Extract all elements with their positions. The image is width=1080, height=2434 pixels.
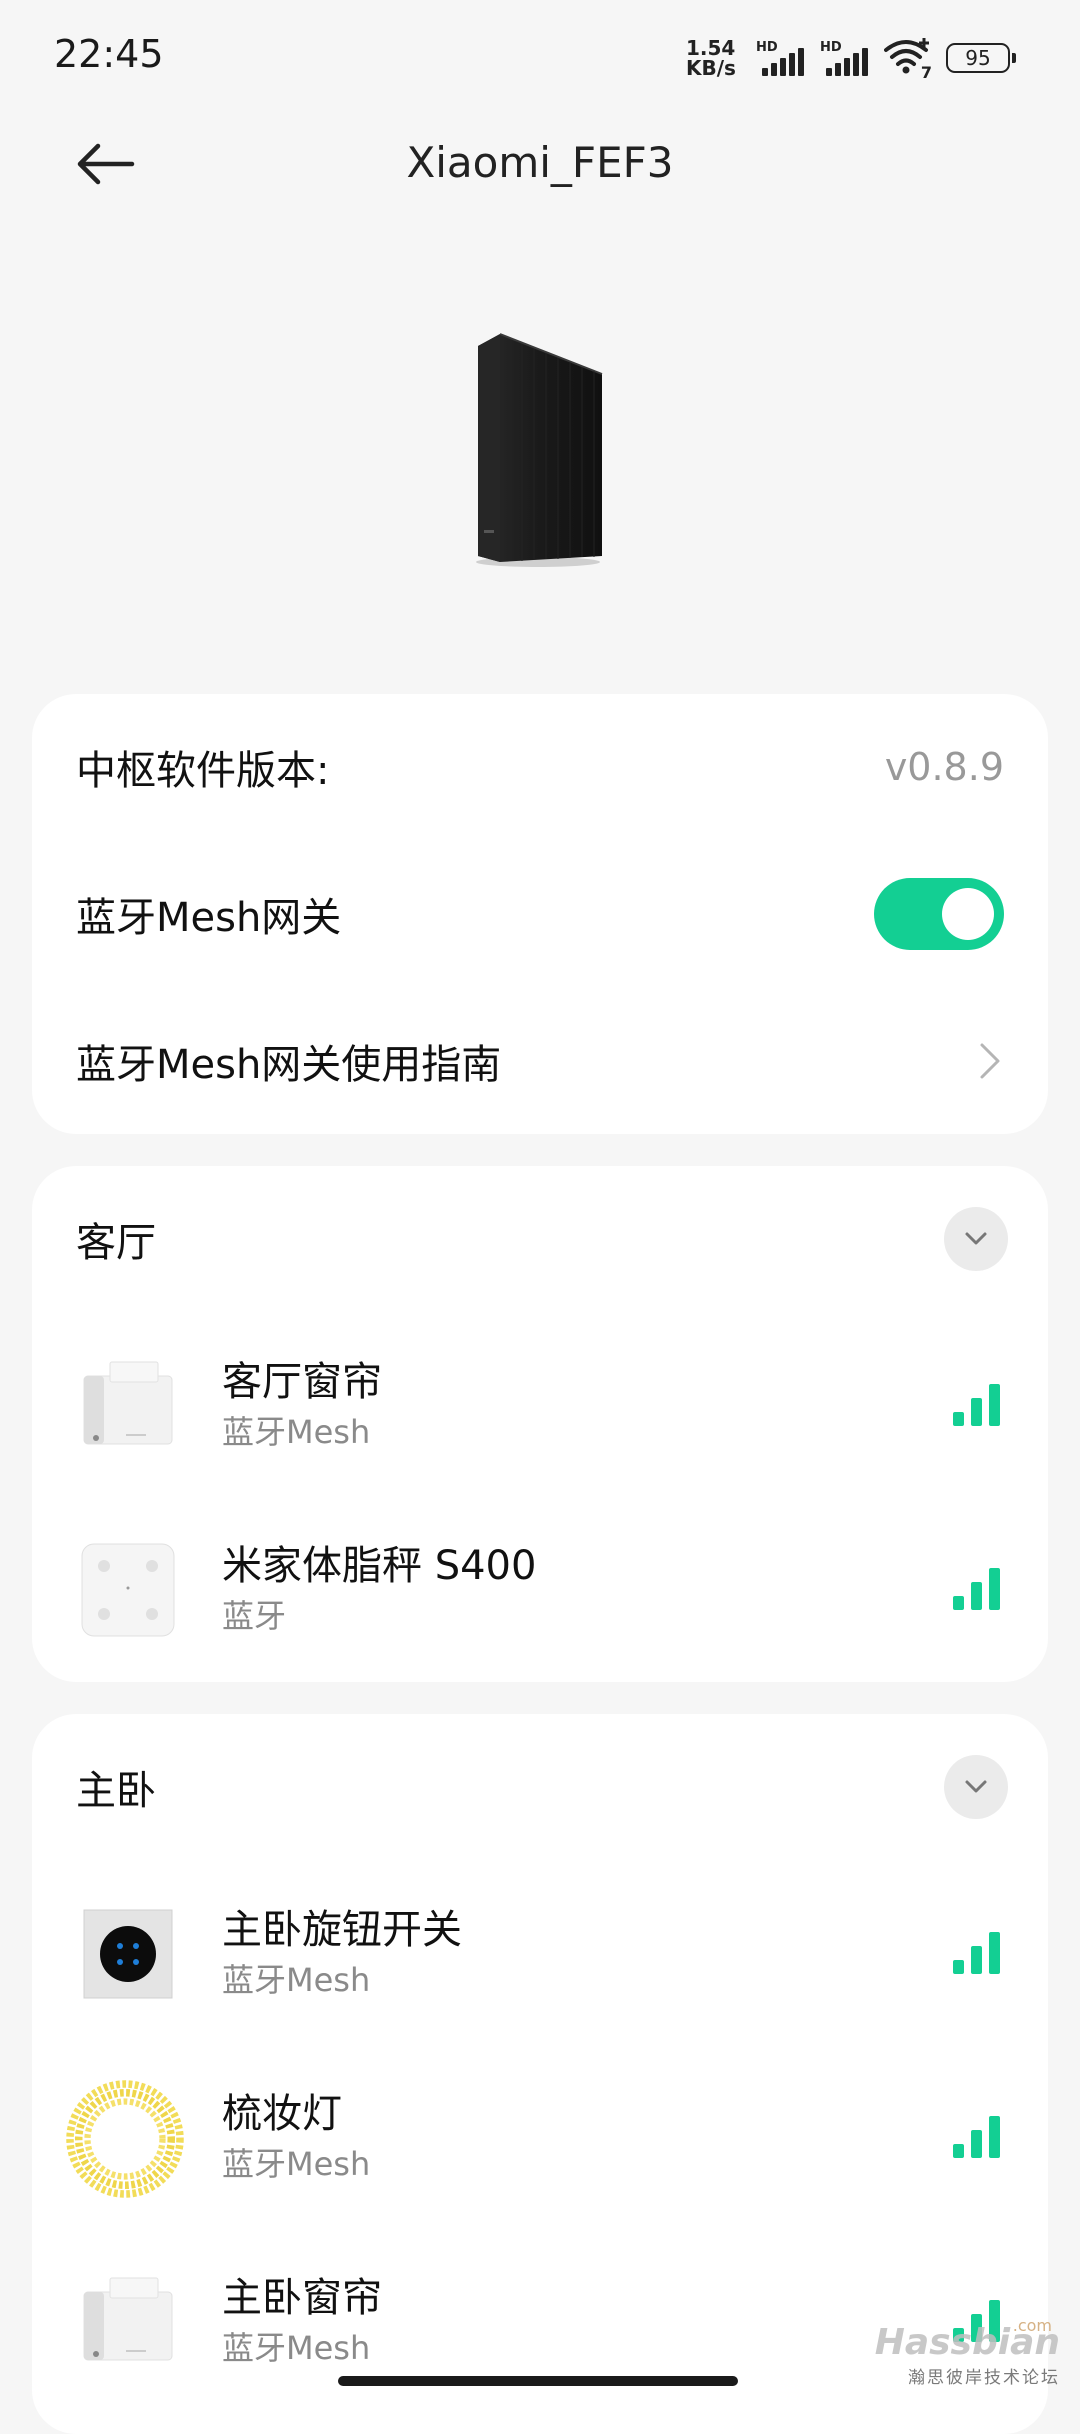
clock: 22:45 xyxy=(54,32,164,76)
room-header: 主卧 xyxy=(32,1714,1048,1860)
page-title: Xiaomi_FEF3 xyxy=(406,138,674,187)
signal-strength-icon xyxy=(953,1930,1000,1974)
firmware-version-row: 中枢软件版本: v0.8.9 xyxy=(32,694,1048,840)
device-name: 主卧旋钮开关 xyxy=(222,1907,462,1953)
device-connection-type: 蓝牙Mesh xyxy=(222,2145,371,2183)
collapse-button[interactable] xyxy=(944,1207,1008,1271)
wifi-icon: 7 xyxy=(884,36,932,82)
chevron-right-icon xyxy=(980,1043,1000,1079)
device-row[interactable]: 客厅窗帘 蓝牙Mesh xyxy=(32,1314,1048,1498)
device-text: 主卧窗帘 蓝牙Mesh xyxy=(222,2272,382,2370)
home-indicator[interactable] xyxy=(338,2376,738,2386)
sim1-signal-icon: HD xyxy=(756,40,806,76)
mesh-gateway-row: 蓝牙Mesh网关 xyxy=(32,841,1048,987)
battery-icon: 95 xyxy=(946,43,1016,73)
chevron-down-icon xyxy=(965,1232,987,1245)
room-header: 客厅 xyxy=(32,1166,1048,1312)
collapse-button[interactable] xyxy=(944,1755,1008,1819)
device-name: 梳妆灯 xyxy=(222,2091,342,2137)
device-connection-type: 蓝牙 xyxy=(222,1597,287,1635)
signal-strength-icon xyxy=(953,2114,1000,2158)
gateway-device-image xyxy=(470,330,610,570)
room-title: 主卧 xyxy=(76,1768,156,1814)
chevron-down-icon xyxy=(965,1780,987,1793)
curtain-motor-icon xyxy=(83,2277,173,2361)
sim2-signal-icon: HD xyxy=(820,40,870,76)
device-connection-type: 蓝牙Mesh xyxy=(222,1961,371,1999)
scale-icon xyxy=(81,1543,175,1637)
mesh-guide-label: 蓝牙Mesh网关使用指南 xyxy=(76,1042,502,1088)
mesh-gateway-toggle[interactable] xyxy=(874,878,1004,950)
app-header: Xiaomi_FEF3 xyxy=(0,110,1080,220)
watermark-subtitle: 瀚思彼岸技术论坛 xyxy=(908,2368,1060,2388)
device-row[interactable]: 主卧旋钮开关 蓝牙Mesh xyxy=(32,1862,1048,2046)
gateway-settings-card: 中枢软件版本: v0.8.9 蓝牙Mesh网关 蓝牙Mesh网关使用指南 xyxy=(32,694,1048,1134)
status-icons: 1.54 KB/s HD HD 7 95 xyxy=(686,36,1016,82)
signal-strength-icon xyxy=(953,1382,1000,1426)
toggle-knob xyxy=(942,888,994,940)
curtain-motor-icon xyxy=(83,1361,173,1445)
watermark: .com Hassbian 瀚思彼岸技术论坛 xyxy=(874,2316,1060,2388)
room-title: 客厅 xyxy=(76,1220,156,1266)
mesh-gateway-label: 蓝牙Mesh网关 xyxy=(76,895,342,941)
device-text: 梳妆灯 蓝牙Mesh xyxy=(222,2088,370,2186)
room-card-living-room: 客厅 客厅窗帘 蓝牙Mesh 米家体脂秤 S400 蓝牙 xyxy=(32,1166,1048,1682)
device-name: 米家体脂秤 S400 xyxy=(222,1543,537,1589)
device-name: 客厅窗帘 xyxy=(222,1359,382,1405)
device-text: 客厅窗帘 蓝牙Mesh xyxy=(222,1356,382,1454)
firmware-version-value: v0.8.9 xyxy=(884,745,1004,789)
device-text: 米家体脂秤 S400 蓝牙 xyxy=(222,1540,536,1638)
device-row[interactable]: 梳妆灯 蓝牙Mesh xyxy=(32,2046,1048,2230)
device-connection-type: 蓝牙Mesh xyxy=(222,2329,371,2367)
knob-switch-icon xyxy=(83,1909,173,1999)
status-bar: 22:45 1.54 KB/s HD HD 7 95 xyxy=(0,0,1080,110)
device-text: 主卧旋钮开关 蓝牙Mesh xyxy=(222,1904,462,2002)
mesh-guide-row[interactable]: 蓝牙Mesh网关使用指南 xyxy=(32,988,1048,1134)
signal-strength-icon xyxy=(953,1566,1000,1610)
network-speed: 1.54 KB/s xyxy=(686,36,736,80)
firmware-version-label: 中枢软件版本: xyxy=(76,748,330,794)
light-strip-icon xyxy=(66,2080,184,2198)
device-name: 主卧窗帘 xyxy=(222,2275,382,2321)
device-connection-type: 蓝牙Mesh xyxy=(222,1413,371,1451)
device-row[interactable]: 米家体脂秤 S400 蓝牙 xyxy=(32,1498,1048,1682)
